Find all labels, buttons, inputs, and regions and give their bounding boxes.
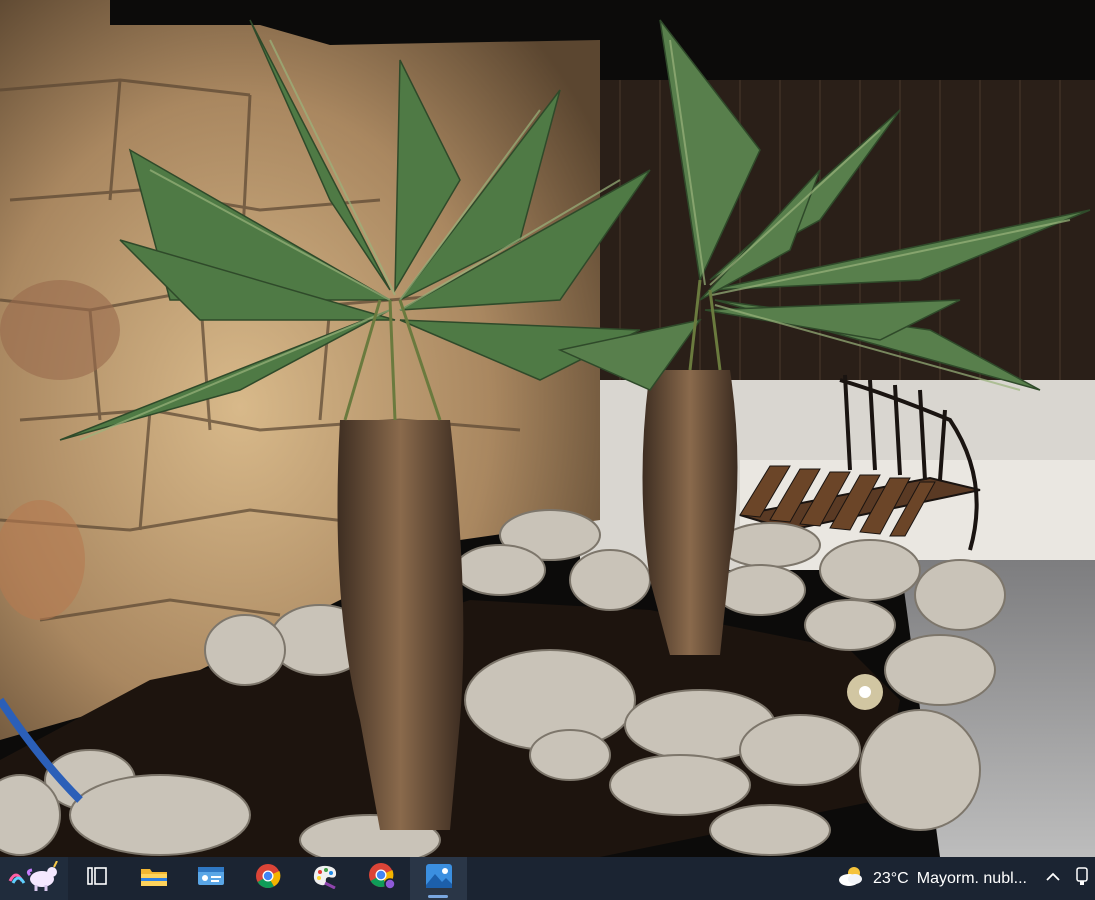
weather-condition: Mayorm. nubl... bbox=[916, 869, 1027, 887]
device-icon[interactable] bbox=[1075, 866, 1089, 891]
weather-temperature: 23°C bbox=[872, 869, 909, 887]
photos-button[interactable] bbox=[410, 857, 467, 900]
chevron-up-icon[interactable] bbox=[1045, 870, 1061, 888]
taskbar: 23°C Mayorm. nubl... bbox=[0, 857, 1095, 900]
widgets-button[interactable] bbox=[0, 857, 68, 900]
partly-cloudy-icon bbox=[837, 865, 865, 892]
chrome-profile-button[interactable] bbox=[353, 857, 410, 900]
weather-widget[interactable]: 23°C Mayorm. nubl... bbox=[831, 857, 1039, 900]
photos-icon bbox=[425, 863, 453, 894]
garden-photo bbox=[0, 0, 1095, 857]
paint-button[interactable] bbox=[296, 857, 353, 900]
id-card-icon bbox=[197, 865, 225, 892]
file-explorer-button[interactable] bbox=[125, 857, 182, 900]
unicorn-widget-icon bbox=[8, 860, 60, 896]
chrome-button[interactable] bbox=[239, 857, 296, 900]
folder-icon bbox=[140, 864, 168, 893]
control-panel-button[interactable] bbox=[182, 857, 239, 900]
paint-palette-icon bbox=[311, 863, 339, 894]
taskbar-left bbox=[0, 857, 467, 900]
system-tray bbox=[1039, 857, 1095, 900]
taskbar-right: 23°C Mayorm. nubl... bbox=[831, 857, 1095, 900]
chrome-profile-icon bbox=[368, 862, 396, 895]
chrome-icon bbox=[255, 863, 281, 894]
task-view-button[interactable] bbox=[68, 857, 125, 900]
photo-viewer bbox=[0, 0, 1095, 857]
task-view-icon bbox=[86, 865, 108, 892]
